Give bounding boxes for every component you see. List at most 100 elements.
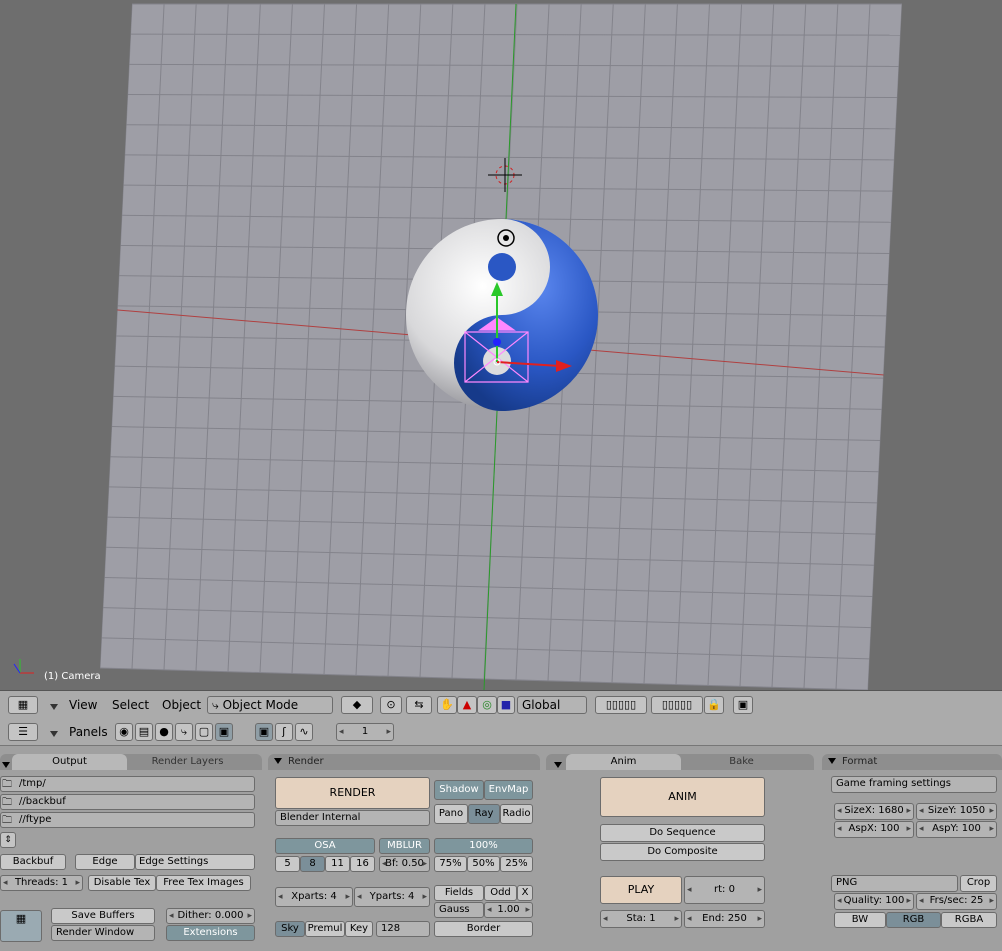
3d-viewport[interactable]: (1) Camera [0, 0, 1002, 690]
sky-toggle[interactable]: Sky [275, 921, 305, 937]
key-toggle[interactable]: Key [345, 921, 373, 937]
render-buttons-icon[interactable]: ▣ [255, 723, 273, 741]
osa-5-button[interactable]: 5 [275, 856, 300, 872]
transform-orientation-icon[interactable]: ⇆ [406, 696, 432, 714]
osa-11-button[interactable]: 11 [325, 856, 350, 872]
envmap-toggle[interactable]: EnvMap [484, 780, 533, 800]
disable-tex-toggle[interactable]: Disable Tex [88, 875, 156, 891]
output-path-field[interactable]: /tmp/ [0, 776, 255, 792]
editor-type-grid-icon[interactable]: ▦ [8, 696, 38, 714]
header-collapse-triangle-icon[interactable] [44, 700, 64, 713]
dither-field[interactable]: Dither: 0.000 [166, 908, 255, 924]
layer-buttons-1-icon[interactable]: ▯▯▯▯▯ [595, 696, 647, 714]
tab-bake[interactable]: Bake [684, 754, 799, 770]
panorama-grid-icon[interactable]: ▦ [0, 910, 42, 942]
mblur-toggle[interactable]: MBLUR [379, 838, 430, 854]
yparts-field[interactable]: Yparts: 4 [354, 887, 430, 907]
format-preset-select[interactable]: Game framing settings [831, 776, 997, 793]
menu-object[interactable]: Object [162, 698, 201, 712]
lock-icon[interactable]: 🔒 [704, 696, 724, 714]
rgb-button[interactable]: RGB [886, 912, 941, 928]
aspy-field[interactable]: AspY: 100 [916, 821, 997, 838]
viewport-scene[interactable] [0, 0, 1002, 690]
sizey-field[interactable]: SizeY: 1050 [916, 803, 997, 820]
hand-icon[interactable]: ✋ [437, 696, 457, 714]
gauss-size-field[interactable]: 1.00 [484, 902, 533, 918]
rgba-button[interactable]: RGBA [941, 912, 997, 928]
fps-field[interactable]: Frs/sec: 25 [916, 893, 997, 910]
folder-icon[interactable]: 🗀 [2, 777, 12, 794]
crop-toggle[interactable]: Crop [960, 875, 997, 892]
filter-select[interactable]: Gauss [434, 902, 484, 918]
free-tex-images-button[interactable]: Free Tex Images [156, 875, 251, 891]
quality-field[interactable]: Quality: 100 [834, 893, 914, 910]
ftype-path-field[interactable]: //ftype [0, 812, 255, 828]
anim-button[interactable]: ANIM [600, 777, 765, 817]
backbuf-toggle[interactable]: Backbuf [0, 854, 66, 870]
play-button[interactable]: PLAY [600, 876, 682, 904]
shadow-toggle[interactable]: Shadow [434, 780, 484, 800]
render-engine-select[interactable]: Blender Internal [275, 810, 430, 826]
screen-select-icon[interactable]: ⇕ [0, 832, 16, 848]
percent-100-button[interactable]: 100% [434, 838, 533, 854]
end-frame-field[interactable]: End: 250 [684, 910, 765, 928]
menu-view[interactable]: View [69, 698, 97, 712]
sizex-field[interactable]: SizeX: 1680 [834, 803, 914, 820]
do-composite-toggle[interactable]: Do Composite [600, 843, 765, 861]
osa-toggle[interactable]: OSA [275, 838, 375, 854]
object-context-icon[interactable]: ⤷ [175, 723, 193, 741]
scene-context-icon[interactable]: ▣ [215, 723, 233, 741]
mode-select[interactable]: ⤷ Object Mode [207, 696, 333, 714]
render-window-select[interactable]: Render Window [51, 925, 155, 941]
do-sequence-toggle[interactable]: Do Sequence [600, 824, 765, 842]
percent-25-button[interactable]: 25% [500, 856, 533, 872]
editing-context-icon[interactable]: ▢ [195, 723, 213, 741]
shading-context-icon[interactable]: ● [155, 723, 173, 741]
bw-button[interactable]: BW [834, 912, 886, 928]
tab-output[interactable]: Output [12, 754, 127, 770]
bf-field[interactable]: Bf: 0.50 [379, 856, 430, 872]
ray-toggle[interactable]: Ray [468, 804, 500, 824]
translate-manipulator-icon[interactable]: ▲ [457, 696, 477, 714]
render-preview-icon[interactable]: ▣ [733, 696, 753, 714]
aspx-field[interactable]: AspX: 100 [834, 821, 914, 838]
odd-toggle[interactable]: Odd [484, 885, 517, 901]
tab-render-layers[interactable]: Render Layers [130, 754, 245, 770]
threads-field[interactable]: Threads: 1 [0, 875, 83, 891]
draw-type-icon[interactable]: ◆ [341, 696, 373, 714]
osa-16-button[interactable]: 16 [350, 856, 375, 872]
layer-buttons-2-icon[interactable]: ▯▯▯▯▯ [651, 696, 703, 714]
rt-field[interactable]: rt: 0 [684, 876, 765, 904]
pivot-icon[interactable]: ⊙ [380, 696, 402, 714]
orientation-select[interactable]: Global [517, 696, 587, 714]
folder-icon[interactable]: 🗀 [2, 795, 12, 812]
tab-anim[interactable]: Anim [566, 754, 681, 770]
tile-size-select[interactable]: 128 [376, 921, 430, 937]
border-toggle[interactable]: Border [434, 921, 533, 937]
xparts-field[interactable]: Xparts: 4 [275, 887, 353, 907]
backbuf-path-field[interactable]: //backbuf [0, 794, 255, 810]
edge-settings-button[interactable]: Edge Settings [135, 854, 255, 870]
pano-toggle[interactable]: Pano [434, 804, 468, 824]
x-toggle[interactable]: X [517, 885, 533, 901]
fields-toggle[interactable]: Fields [434, 885, 484, 901]
osa-8-button[interactable]: 8 [300, 856, 325, 872]
premul-toggle[interactable]: Premul [305, 921, 345, 937]
file-type-select[interactable]: PNG [831, 875, 958, 892]
sound-buttons-icon[interactable]: ∿ [295, 723, 313, 741]
radio-toggle[interactable]: Radio [500, 804, 533, 824]
script-context-icon[interactable]: ▤ [135, 723, 153, 741]
scale-manipulator-icon[interactable]: ■ [497, 696, 515, 714]
percent-75-button[interactable]: 75% [434, 856, 467, 872]
header-collapse-triangle-icon[interactable] [44, 727, 64, 740]
folder-icon[interactable]: 🗀 [2, 813, 12, 830]
editor-type-buttons-icon[interactable]: ☰ [8, 723, 38, 741]
logic-context-icon[interactable]: ◉ [115, 723, 133, 741]
render-button[interactable]: RENDER [275, 777, 430, 809]
edge-toggle[interactable]: Edge [75, 854, 135, 870]
current-frame-field[interactable]: 1 [336, 723, 394, 741]
rotate-manipulator-icon[interactable]: ◎ [477, 696, 497, 714]
extensions-toggle[interactable]: Extensions [166, 925, 255, 941]
menu-select[interactable]: Select [112, 698, 149, 712]
start-frame-field[interactable]: Sta: 1 [600, 910, 682, 928]
